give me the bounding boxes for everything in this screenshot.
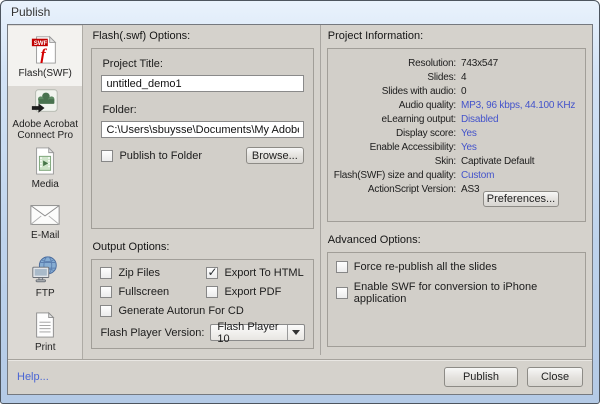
sidebar-item-label: Print (35, 342, 56, 353)
info-value-resolution: 743x547 (461, 58, 579, 69)
flash-options-column: Flash(.swf) Options: Project Title: Fold… (83, 25, 319, 359)
info-value-elearning-output[interactable]: Disabled (461, 114, 579, 125)
project-info-column: Project Information: Resolution: 743x547… (321, 25, 592, 359)
publish-button[interactable]: Publish (444, 367, 518, 387)
info-value-accessibility[interactable]: Yes (461, 142, 579, 153)
info-value-display-score[interactable]: Yes (461, 128, 579, 139)
sidebar-item-label: E-Mail (31, 230, 59, 241)
publish-to-folder-checkbox[interactable] (101, 150, 113, 162)
project-info-group: Resolution: 743x547 Slides: 4 Slides wit… (327, 48, 586, 222)
sidebar-item-flash-swf[interactable]: SWF f Flash(SWF) (8, 26, 82, 86)
flash-player-version-value: Flash Player 10 (211, 321, 286, 345)
enable-swf-iphone-checkbox[interactable] (336, 287, 348, 299)
output-options-title: Output Options: (92, 241, 313, 253)
sidebar-item-label: FTP (36, 288, 55, 299)
sidebar-item-print[interactable]: Print (8, 304, 82, 359)
project-info-title: Project Information: (328, 30, 586, 42)
export-to-html-option[interactable]: Export To HTML (206, 267, 304, 279)
publish-dialog: Publish SWF f Flash(SWF) (0, 0, 600, 404)
email-envelope-icon (29, 203, 61, 227)
generate-autorun-option[interactable]: Generate Autorun For CD (100, 305, 304, 317)
fullscreen-checkbox[interactable] (100, 286, 112, 298)
info-label: Slides: (334, 72, 456, 83)
export-to-html-label: Export To HTML (224, 267, 303, 279)
info-label: Enable Accessibility: (334, 142, 456, 153)
info-label: Slides with audio: (334, 86, 456, 97)
sidebar-item-media[interactable]: Media (8, 141, 82, 196)
info-label: Audio quality: (334, 100, 456, 111)
help-link[interactable]: Help... (17, 371, 49, 383)
project-title-label: Project Title: (102, 58, 303, 70)
fullscreen-label: Fullscreen (118, 286, 169, 298)
publish-to-folder-label: Publish to Folder (119, 150, 202, 162)
sidebar-item-email[interactable]: E-Mail (8, 195, 82, 250)
export-pdf-label: Export PDF (224, 286, 281, 298)
sidebar-item-label: Adobe Acrobat Connect Pro (8, 119, 82, 141)
generate-autorun-label: Generate Autorun For CD (118, 305, 243, 317)
output-options-group: Zip Files Export To HTML Fullscreen (91, 259, 313, 349)
zip-files-option[interactable]: Zip Files (100, 267, 206, 279)
chevron-down-icon[interactable] (287, 325, 304, 340)
enable-swf-iphone-option[interactable]: Enable SWF for conversion to iPhone appl… (336, 281, 577, 305)
zip-files-checkbox[interactable] (100, 267, 112, 279)
force-republish-label: Force re-publish all the slides (354, 261, 497, 273)
project-info-table: Resolution: 743x547 Slides: 4 Slides wit… (334, 58, 579, 195)
info-label: Flash(SWF) size and quality: (334, 170, 456, 181)
folder-label: Folder: (102, 104, 303, 116)
sidebar-item-acrobat-connect[interactable]: Adobe Acrobat Connect Pro (8, 86, 82, 141)
media-icon (31, 146, 59, 176)
info-label: eLearning output: (334, 114, 456, 125)
window-title: Publish (11, 5, 50, 19)
dialog-body: SWF f Flash(SWF) (7, 24, 593, 395)
title-bar[interactable]: Publish (1, 1, 599, 23)
ftp-globe-icon (30, 255, 60, 285)
flash-player-version-label: Flash Player Version: (100, 327, 204, 339)
sidebar-item-ftp[interactable]: FTP (8, 250, 82, 305)
export-to-html-checkbox[interactable] (206, 267, 218, 279)
sidebar-item-label: Flash(SWF) (19, 68, 72, 79)
flash-swf-icon: SWF f (30, 33, 60, 65)
force-republish-option[interactable]: Force re-publish all the slides (336, 261, 577, 273)
flash-options-group: Project Title: Folder: Publish to Folder… (91, 48, 313, 229)
export-pdf-option[interactable]: Export PDF (206, 286, 304, 298)
browse-button[interactable]: Browse... (246, 147, 304, 164)
info-label: Skin: (334, 156, 456, 167)
info-label: Resolution: (334, 58, 456, 69)
project-title-input[interactable] (101, 75, 303, 92)
info-label: ActionScript Version: (334, 184, 456, 195)
export-pdf-checkbox[interactable] (206, 286, 218, 298)
flash-options-title: Flash(.swf) Options: (92, 30, 313, 42)
force-republish-checkbox[interactable] (336, 261, 348, 273)
dialog-footer: Help... Publish Close (8, 359, 592, 394)
enable-swf-iphone-label: Enable SWF for conversion to iPhone appl… (354, 281, 577, 305)
advanced-options-group: Force re-publish all the slides Enable S… (327, 252, 586, 347)
preferences-button[interactable]: Preferences... (483, 191, 559, 207)
print-document-icon (32, 311, 58, 339)
flash-player-version-select[interactable]: Flash Player 10 (210, 324, 304, 341)
folder-input[interactable] (101, 121, 303, 138)
info-label: Display score: (334, 128, 456, 139)
info-value-skin: Captivate Default (461, 156, 579, 167)
sidebar-item-label: Media (32, 179, 59, 190)
info-value-slides: 4 (461, 72, 579, 83)
zip-files-label: Zip Files (118, 267, 160, 279)
publish-type-sidebar: SWF f Flash(SWF) (8, 25, 83, 359)
advanced-options-title: Advanced Options: (328, 234, 586, 246)
publish-to-folder-option[interactable]: Publish to Folder (101, 150, 202, 162)
acrobat-connect-icon (30, 86, 60, 116)
fullscreen-option[interactable]: Fullscreen (100, 286, 206, 298)
info-value-audio-quality[interactable]: MP3, 96 kbps, 44.100 KHz (461, 100, 579, 111)
info-value-swf-quality[interactable]: Custom (461, 170, 579, 181)
info-value-slides-audio: 0 (461, 86, 579, 97)
close-button[interactable]: Close (527, 367, 583, 387)
generate-autorun-checkbox[interactable] (100, 305, 112, 317)
